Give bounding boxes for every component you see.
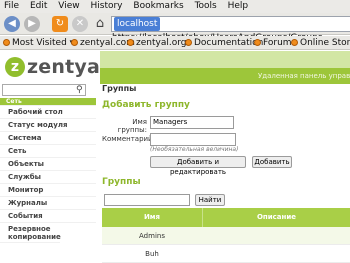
column-header-name[interactable]: Имя [102, 208, 202, 227]
bookmark-icon [185, 39, 192, 46]
sidebar-item-events[interactable]: События [0, 210, 96, 223]
menu-edit[interactable]: Edit [30, 1, 47, 11]
header-tagline: Удаленная панель управле [100, 68, 350, 84]
bookmark-documentation[interactable]: Documentation [185, 36, 263, 50]
menu-tools[interactable]: Tools [195, 1, 217, 11]
sidebar-item-backup[interactable]: Резервное копирование [0, 223, 61, 243]
menu-file[interactable]: File [4, 1, 19, 11]
sidebar: ⚲ Сеть Рабочий стол Статус модуля Систем… [0, 84, 96, 257]
comment-input[interactable] [150, 133, 236, 146]
sidebar-nav: Сеть Рабочий стол Статус модуля Система … [0, 98, 96, 243]
stop-icon[interactable]: ✕ [72, 16, 88, 32]
sidebar-item-logs[interactable]: Журналы [0, 197, 96, 210]
group-name-cell: Buh [145, 250, 159, 258]
home-icon[interactable]: ⌂ [92, 16, 108, 32]
groups-section-title: Группы [102, 177, 141, 187]
bookmarks-bar: Most Visited ▾ zentyal.com zentyal.org D… [0, 36, 350, 50]
table-header: Имя Описание [102, 208, 350, 227]
comment-hint: (Необязательная величина) [150, 146, 239, 153]
sidebar-item-network-active[interactable]: Сеть [0, 98, 96, 106]
sidebar-item-dashboard[interactable]: Рабочий стол [0, 106, 96, 119]
add-button[interactable]: Добавить [252, 156, 292, 168]
back-icon[interactable]: ◀ [4, 16, 20, 32]
main-content: Группы Добавить группу Имя группы: Manag… [102, 84, 350, 263]
sidebar-item-network[interactable]: Сеть [0, 145, 96, 158]
sidebar-item-monitor[interactable]: Монитор [0, 184, 96, 197]
bookmark-forum[interactable]: Forum [254, 36, 292, 50]
sidebar-item-system[interactable]: Система [0, 132, 96, 145]
browser-toolbar: ◀ ▶ ↻ ✕ ⌂ localhosthttps://localhost/ebo… [0, 13, 350, 43]
add-and-edit-button[interactable]: Добавить и редактировать [150, 156, 246, 176]
logo-mark-icon: z [5, 57, 25, 77]
add-group-title: Добавить группу [102, 100, 190, 110]
group-name-label: Имя группы: [117, 118, 147, 134]
url-bar[interactable]: localhosthttps://localhost/ebox/UsersAnd… [111, 16, 350, 43]
bookmark-icon [127, 39, 134, 46]
app-header: z zentyal Удаленная панель управле [0, 51, 350, 84]
bookmark-icon [254, 39, 261, 46]
menu-history[interactable]: History [90, 1, 122, 11]
group-name-input[interactable]: Managers [150, 116, 234, 129]
bookmark-online-store[interactable]: Online Store [291, 36, 350, 50]
table-row[interactable]: Admins [102, 227, 350, 245]
sidebar-item-module-status[interactable]: Статус модуля [0, 119, 96, 132]
search-icon[interactable]: ⚲ [76, 84, 83, 96]
bookmark-zentyal-org[interactable]: zentyal.org [127, 36, 186, 50]
find-button[interactable]: Найти [195, 194, 225, 206]
groups-table: Имя Описание Admins Buh [102, 208, 350, 263]
sidebar-item-objects[interactable]: Объекты [0, 158, 96, 171]
groups-search-input[interactable] [104, 194, 190, 206]
column-header-description[interactable]: Описание [202, 208, 350, 227]
bookmark-icon [71, 39, 78, 46]
site-identity-badge[interactable]: localhost [114, 17, 161, 31]
table-row[interactable]: Buh [102, 245, 350, 263]
menu-view[interactable]: View [58, 1, 79, 11]
menu-bookmarks[interactable]: Bookmarks [133, 1, 183, 11]
menu-help[interactable]: Help [228, 1, 249, 11]
bookmark-zentyal-com[interactable]: zentyal.com [71, 36, 135, 50]
logo-text: zentyal [27, 56, 107, 78]
bookmark-icon [291, 39, 298, 46]
reload-icon[interactable]: ↻ [52, 16, 68, 32]
page-title: Группы [102, 84, 137, 93]
forward-icon[interactable]: ▶ [24, 16, 40, 32]
group-name-cell: Admins [139, 232, 165, 240]
comment-label: Комментарий: [102, 135, 155, 143]
bookmark-icon [3, 39, 10, 46]
menu-search-input[interactable] [2, 84, 86, 96]
bookmark-most-visited[interactable]: Most Visited ▾ [3, 36, 74, 50]
sidebar-item-services[interactable]: Службы [0, 171, 96, 184]
browser-menubar: File Edit View History Bookmarks Tools H… [0, 0, 350, 13]
